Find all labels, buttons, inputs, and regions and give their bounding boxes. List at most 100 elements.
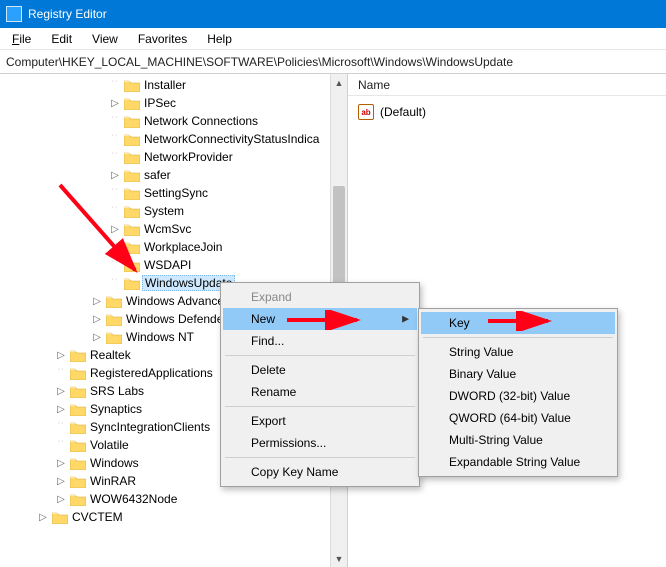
tree-line: ˙˙	[108, 116, 122, 127]
menu-help[interactable]: Help	[197, 30, 242, 48]
tree-item-label: Synaptics	[90, 402, 142, 416]
column-header-name[interactable]: Name	[348, 74, 666, 96]
window-title: Registry Editor	[28, 7, 107, 21]
menu-separator	[423, 337, 613, 338]
value-row-default[interactable]: ab (Default)	[358, 102, 656, 122]
tree-item-label: SRS Labs	[90, 384, 144, 398]
expand-chevron-icon[interactable]: ▷	[108, 98, 122, 109]
expand-chevron-icon[interactable]: ▷	[54, 386, 68, 397]
tree-item[interactable]: ˙˙ WSDAPI	[0, 256, 330, 274]
tree-item-label: CVCTEM	[72, 510, 123, 524]
tree-item-label: safer	[144, 168, 171, 182]
tree-item-label: WcmSvc	[144, 222, 191, 236]
menu-view[interactable]: View	[82, 30, 128, 48]
expand-chevron-icon[interactable]: ▷	[90, 296, 104, 307]
tree-line: ˙˙	[108, 80, 122, 91]
tree-item-label: Volatile	[90, 438, 129, 452]
tree-item-label: Installer	[144, 78, 186, 92]
tree-item-label: SettingSync	[144, 186, 208, 200]
context-submenu-item[interactable]: Expandable String Value	[421, 451, 615, 473]
tree-item[interactable]: ˙˙ System	[0, 202, 330, 220]
tree-item[interactable]: ˙˙ Installer	[0, 76, 330, 94]
tree-line: ˙˙	[108, 188, 122, 199]
string-value-icon: ab	[358, 104, 374, 120]
context-menu-item[interactable]: Find...	[223, 330, 417, 352]
tree-item-label: SyncIntegrationClients	[90, 420, 210, 434]
expand-chevron-icon[interactable]: ▷	[108, 224, 122, 235]
context-menu-item[interactable]: Export	[223, 410, 417, 432]
context-submenu-item[interactable]: String Value	[421, 341, 615, 363]
tree-item-label: NetworkConnectivityStatusIndica	[144, 132, 319, 146]
tree-item[interactable]: ▷ WOW6432Node	[0, 490, 330, 508]
tree-item-label: Windows	[90, 456, 139, 470]
tree-item-label: WSDAPI	[144, 258, 191, 272]
tree-line: ˙˙	[108, 260, 122, 271]
expand-chevron-icon[interactable]: ▷	[54, 458, 68, 469]
addressbar[interactable]: Computer\HKEY_LOCAL_MACHINE\SOFTWARE\Pol…	[0, 50, 666, 74]
expand-chevron-icon[interactable]: ▷	[36, 512, 50, 523]
tree-line: ˙˙	[54, 440, 68, 451]
titlebar: Registry Editor	[0, 0, 666, 28]
tree-item[interactable]: ˙˙ WorkplaceJoin	[0, 238, 330, 256]
tree-item[interactable]: ▷ CVCTEM	[0, 508, 330, 526]
tree-line: ˙˙	[54, 368, 68, 379]
expand-chevron-icon[interactable]: ▷	[54, 476, 68, 487]
context-submenu-item[interactable]: DWORD (32-bit) Value	[421, 385, 615, 407]
tree-item-label: WinRAR	[90, 474, 136, 488]
address-text: Computer\HKEY_LOCAL_MACHINE\SOFTWARE\Pol…	[6, 55, 513, 69]
menu-separator	[225, 457, 415, 458]
tree-item-label: RegisteredApplications	[90, 366, 213, 380]
expand-chevron-icon[interactable]: ▷	[90, 332, 104, 343]
context-submenu-item[interactable]: Multi-String Value	[421, 429, 615, 451]
context-menu-item[interactable]: Delete	[223, 359, 417, 381]
tree-item-label: IPSec	[144, 96, 176, 110]
expand-chevron-icon[interactable]: ▷	[108, 170, 122, 181]
context-menu-item[interactable]: New▶	[223, 308, 417, 330]
context-menu-item: Expand	[223, 286, 417, 308]
expand-chevron-icon[interactable]: ▷	[54, 494, 68, 505]
tree-item-label: WorkplaceJoin	[144, 240, 222, 254]
scroll-up-button[interactable]: ▲	[331, 74, 347, 91]
tree-item[interactable]: ˙˙NetworkProvider	[0, 148, 330, 166]
menu-separator	[225, 406, 415, 407]
context-submenu-item[interactable]: Key	[421, 312, 615, 334]
context-submenu-new: Key String ValueBinary ValueDWORD (32-bit…	[418, 308, 618, 477]
tree-item-label: Network Connections	[144, 114, 258, 128]
menu-edit[interactable]: Edit	[41, 30, 82, 48]
tree-item-label: Realtek	[90, 348, 131, 362]
value-name: (Default)	[380, 105, 426, 119]
context-menu-item[interactable]: Permissions...	[223, 432, 417, 454]
context-menu-item[interactable]: Rename	[223, 381, 417, 403]
tree-line: ˙˙	[108, 134, 122, 145]
submenu-arrow-icon: ▶	[402, 314, 409, 325]
menu-file[interactable]: File	[2, 30, 41, 48]
expand-chevron-icon[interactable]: ▷	[54, 404, 68, 415]
tree-item[interactable]: ▷ IPSec	[0, 94, 330, 112]
expand-chevron-icon[interactable]: ▷	[90, 314, 104, 325]
menubar: File Edit View Favorites Help	[0, 28, 666, 50]
tree-item[interactable]: ˙˙ Network Connections	[0, 112, 330, 130]
context-submenu-item[interactable]: QWORD (64-bit) Value	[421, 407, 615, 429]
tree-item-label: Windows NT	[126, 330, 194, 344]
app-icon	[6, 6, 22, 22]
tree-item-label: Windows Advanced	[126, 294, 231, 308]
context-submenu-item[interactable]: Binary Value	[421, 363, 615, 385]
tree-item-label: WOW6432Node	[90, 492, 177, 506]
tree-item-label: Windows Defender	[126, 312, 227, 326]
tree-line: ˙˙	[108, 152, 122, 163]
expand-chevron-icon[interactable]: ▷	[54, 350, 68, 361]
context-menu: ExpandNew▶Find... DeleteRename ExportPermi…	[220, 282, 420, 487]
tree-line: ˙˙	[108, 242, 122, 253]
context-menu-item[interactable]: Copy Key Name	[223, 461, 417, 483]
tree-item[interactable]: ▷ WcmSvc	[0, 220, 330, 238]
tree-item[interactable]: ˙˙ NetworkConnectivityStatusIndica	[0, 130, 330, 148]
tree-item[interactable]: ˙˙ SettingSync	[0, 184, 330, 202]
tree-line: ˙˙	[108, 278, 122, 289]
menu-separator	[225, 355, 415, 356]
scroll-down-button[interactable]: ▼	[331, 550, 347, 567]
tree-item-label: System	[144, 204, 184, 218]
tree-line: ˙˙	[108, 206, 122, 217]
tree-line: ˙˙	[54, 422, 68, 433]
tree-item[interactable]: ▷ safer	[0, 166, 330, 184]
menu-favorites[interactable]: Favorites	[128, 30, 197, 48]
